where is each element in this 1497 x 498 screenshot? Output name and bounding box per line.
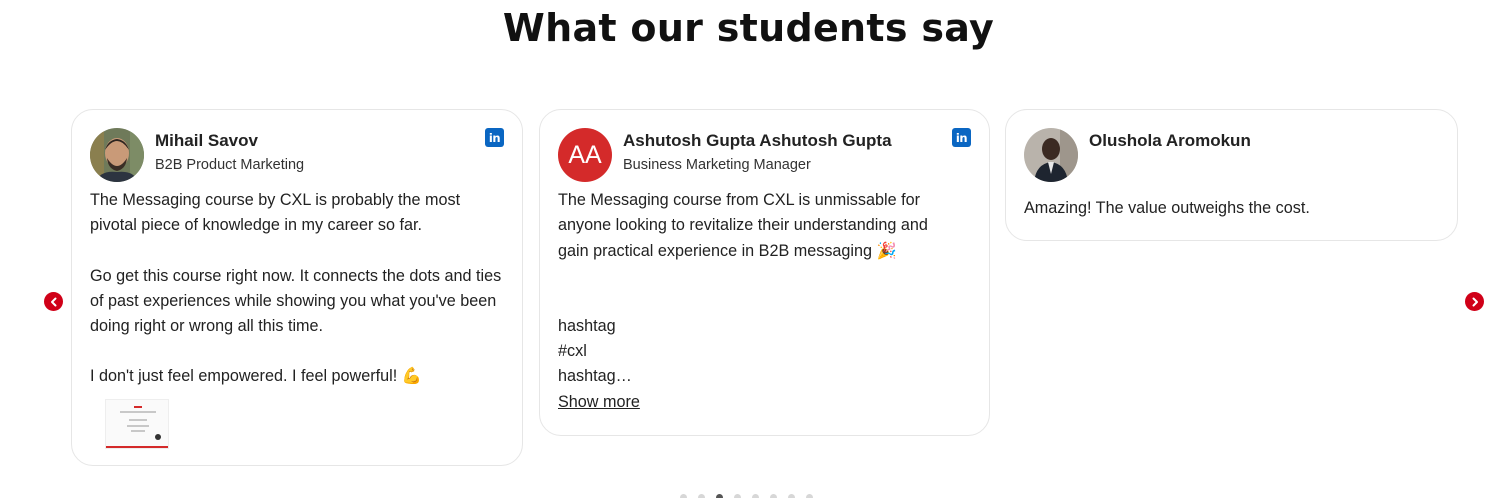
testimonial-card: Olushola Aromokun Amazing! The value out… (1005, 109, 1458, 241)
author-role: Business Marketing Manager (623, 157, 811, 173)
carousel-dot[interactable] (698, 494, 705, 498)
chevron-right-icon (1472, 297, 1478, 306)
testimonial-text: The Messaging course by CXL is probably … (90, 188, 510, 390)
carousel-next-button[interactable] (1465, 292, 1484, 311)
linkedin-icon[interactable]: in (952, 128, 971, 147)
testimonial-paragraph: The Messaging course by CXL is probably … (90, 191, 461, 235)
linkedin-icon[interactable]: in (485, 128, 504, 147)
show-more-link[interactable]: Show more (558, 390, 958, 415)
hashtag-line: #cxl (558, 342, 587, 361)
testimonial-text: The Messaging course from CXL is unmissa… (558, 188, 958, 415)
testimonial-card: Mihail Savov B2B Product Marketing in Th… (71, 109, 523, 466)
testimonial-paragraph: I don't just feel empowered. I feel powe… (90, 367, 422, 386)
testimonial-paragraph: The Messaging course from CXL is unmissa… (558, 191, 928, 260)
carousel-dot[interactable] (734, 494, 741, 498)
testimonial-card: AA Ashutosh Gupta Ashutosh Gupta Busines… (539, 109, 990, 436)
carousel-dot[interactable] (680, 494, 687, 498)
testimonial-text: Amazing! The value outweighs the cost. (1024, 196, 1444, 221)
testimonial-paragraph: Amazing! The value outweighs the cost. (1024, 199, 1310, 217)
carousel-dot[interactable] (788, 494, 795, 498)
section-title: What our students say (502, 6, 995, 50)
author-name: Olushola Aromokun (1089, 131, 1251, 150)
carousel-dot[interactable] (716, 494, 723, 498)
avatar (90, 128, 144, 182)
carousel-pagination (680, 494, 813, 498)
author-name: Mihail Savov (155, 131, 258, 150)
hashtag-line: hashtag (558, 316, 616, 335)
carousel-dot[interactable] (752, 494, 759, 498)
avatar (1024, 128, 1078, 182)
hashtag-line: hashtag… (558, 367, 632, 386)
carousel-prev-button[interactable] (44, 292, 63, 311)
avatar: AA (558, 128, 612, 182)
certificate-thumbnail[interactable] (105, 399, 169, 449)
author-role: B2B Product Marketing (155, 157, 305, 173)
carousel-dot[interactable] (806, 494, 813, 498)
carousel-dot[interactable] (770, 494, 777, 498)
testimonial-paragraph: Go get this course right now. It connect… (90, 266, 502, 336)
chevron-left-icon (50, 297, 56, 306)
author-name: Ashutosh Gupta Ashutosh Gupta (623, 131, 892, 150)
